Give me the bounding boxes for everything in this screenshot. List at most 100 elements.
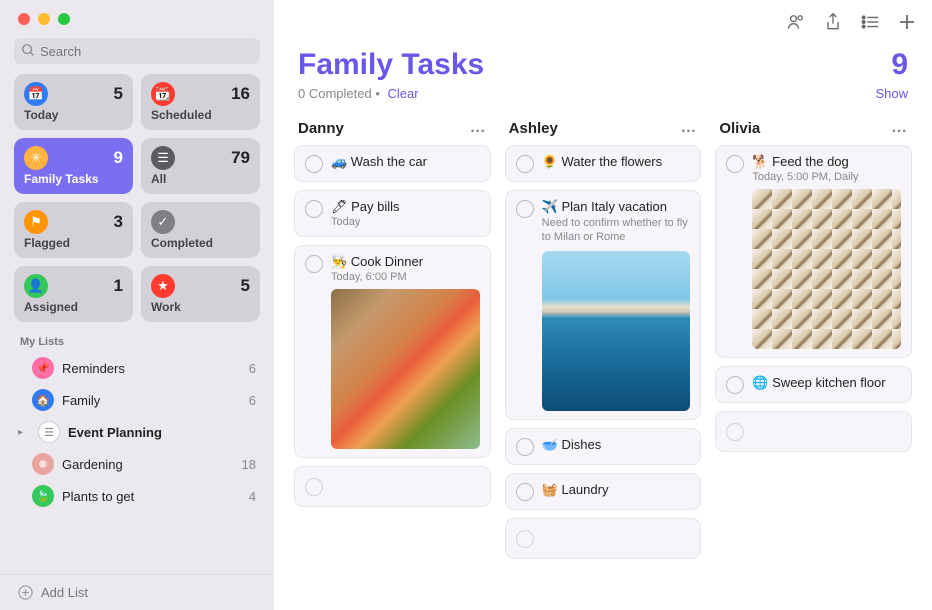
view-options-icon[interactable] [860, 13, 880, 31]
task-title: ✈️ Plan Italy vacation [542, 199, 691, 215]
flagged-count: 3 [114, 212, 123, 232]
column-title: Olivia [719, 120, 760, 137]
list-name: Event Planning [68, 425, 248, 440]
scheduled-count: 16 [231, 84, 250, 104]
list-count: 18 [242, 457, 256, 472]
family-icon: ✳ [24, 146, 48, 170]
list-icon: 🏠 [32, 389, 54, 411]
task-title: 🥣 Dishes [542, 437, 691, 453]
task-complete-radio[interactable] [726, 376, 744, 394]
minimize-window-button[interactable] [38, 13, 50, 25]
smart-list-today[interactable]: 📅 5 Today [14, 74, 133, 130]
list-count: 6 [249, 393, 256, 408]
task-item[interactable]: 🥣 Dishes [505, 428, 702, 465]
column-more-icon[interactable]: … [891, 119, 908, 137]
collaborate-icon[interactable] [786, 12, 806, 32]
task-complete-radio[interactable] [305, 255, 323, 273]
task-note: Need to confirm whether to fly to Milan … [542, 216, 691, 245]
add-reminder-icon[interactable] [898, 13, 916, 31]
today-label: Today [24, 108, 123, 122]
task-item[interactable]: 👨‍🍳 Cook Dinner Today, 6:00 PM [294, 245, 491, 458]
list-item-family[interactable]: 🏠 Family 6 [8, 384, 266, 416]
task-item[interactable]: ✈️ Plan Italy vacation Need to confirm w… [505, 190, 702, 420]
close-window-button[interactable] [18, 13, 30, 25]
list-subheader: 0 Completed • Clear Show [274, 86, 932, 115]
column-title: Danny [298, 120, 344, 137]
smart-list-scheduled[interactable]: 📆 16 Scheduled [141, 74, 260, 130]
list-name: Plants to get [62, 489, 241, 504]
task-item[interactable]: 🚙 Wash the car [294, 145, 491, 182]
task-attachment-image[interactable] [542, 251, 691, 411]
task-title: 🐕 Feed the dog [752, 154, 901, 170]
completed-label: Completed [151, 236, 250, 250]
smart-list-all[interactable]: ☰ 79 All [141, 138, 260, 194]
smart-list-work[interactable]: ★ 5 Work [141, 266, 260, 322]
new-task-placeholder[interactable] [294, 466, 491, 507]
toolbar [274, 0, 932, 44]
task-complete-radio [516, 530, 534, 548]
search-input[interactable] [14, 38, 260, 64]
task-complete-radio[interactable] [516, 483, 534, 501]
clear-completed-link[interactable]: Clear [388, 86, 419, 101]
new-task-placeholder[interactable] [505, 518, 702, 559]
smart-list-flagged[interactable]: ⚑ 3 Flagged [14, 202, 133, 258]
list-icon: 📌 [32, 357, 54, 379]
task-item[interactable]: 🧺 Laundry [505, 473, 702, 510]
list-icon: ❋ [32, 453, 54, 475]
window-controls [0, 0, 274, 38]
assigned-count: 1 [114, 276, 123, 296]
share-icon[interactable] [824, 12, 842, 32]
task-complete-radio[interactable] [726, 155, 744, 173]
list-count: 4 [249, 489, 256, 504]
scheduled-label: Scheduled [151, 108, 250, 122]
task-complete-radio [305, 478, 323, 496]
task-complete-radio[interactable] [516, 438, 534, 456]
list-header: Family Tasks 9 [274, 44, 932, 86]
add-list-button[interactable]: Add List [0, 574, 274, 610]
column-ashley: Ashley … 🌻 Water the flowers ✈️ Plan Ita… [505, 115, 702, 590]
list-name: Gardening [62, 457, 234, 472]
list-icon: 🍃 [32, 485, 54, 507]
smart-list-family[interactable]: ✳ 9 Family Tasks [14, 138, 133, 194]
task-complete-radio[interactable] [516, 155, 534, 173]
disclosure-icon[interactable]: ▸ [18, 427, 30, 438]
column-title: Ashley [509, 120, 558, 137]
list-icon: ☰ [38, 421, 60, 443]
list-count: 6 [249, 361, 256, 376]
list-item-reminders[interactable]: 📌 Reminders 6 [8, 352, 266, 384]
task-item[interactable]: 🖊 Pay bills Today [294, 190, 491, 237]
task-title: 🌻 Water the flowers [542, 154, 691, 170]
task-meta: Today [331, 216, 480, 228]
column-more-icon[interactable]: … [680, 119, 697, 137]
main-content: Family Tasks 9 0 Completed • Clear Show … [274, 0, 932, 610]
work-count: 5 [241, 276, 250, 296]
scheduled-icon: 📆 [151, 82, 175, 106]
smart-list-completed[interactable]: ✓ Completed [141, 202, 260, 258]
new-task-placeholder[interactable] [715, 411, 912, 452]
task-complete-radio[interactable] [305, 155, 323, 173]
task-attachment-image[interactable] [331, 289, 480, 449]
task-complete-radio[interactable] [305, 200, 323, 218]
column-more-icon[interactable]: … [470, 119, 487, 137]
smart-list-assigned[interactable]: 👤 1 Assigned [14, 266, 133, 322]
task-title: 🚙 Wash the car [331, 154, 480, 170]
today-icon: 📅 [24, 82, 48, 106]
list-name: Reminders [62, 361, 241, 376]
work-label: Work [151, 300, 250, 314]
family-label: Family Tasks [24, 172, 123, 186]
task-item[interactable]: 🌐 Sweep kitchen floor [715, 366, 912, 403]
flagged-icon: ⚑ [24, 210, 48, 234]
maximize-window-button[interactable] [58, 13, 70, 25]
task-complete-radio[interactable] [516, 200, 534, 218]
task-attachment-image[interactable] [752, 189, 901, 349]
list-item-gardening[interactable]: ❋ Gardening 18 [8, 448, 266, 480]
my-lists-header: My Lists [0, 332, 274, 352]
list-item-plants-to-get[interactable]: 🍃 Plants to get 4 [8, 480, 266, 512]
assigned-icon: 👤 [24, 274, 48, 298]
task-item[interactable]: 🌻 Water the flowers [505, 145, 702, 182]
list-item-event-planning[interactable]: ▸ ☰ Event Planning [8, 416, 266, 448]
show-completed-link[interactable]: Show [875, 86, 908, 101]
task-meta: Today, 6:00 PM [331, 271, 480, 283]
completed-count: 0 Completed [298, 86, 372, 101]
task-item[interactable]: 🐕 Feed the dog Today, 5:00 PM, Daily [715, 145, 912, 358]
